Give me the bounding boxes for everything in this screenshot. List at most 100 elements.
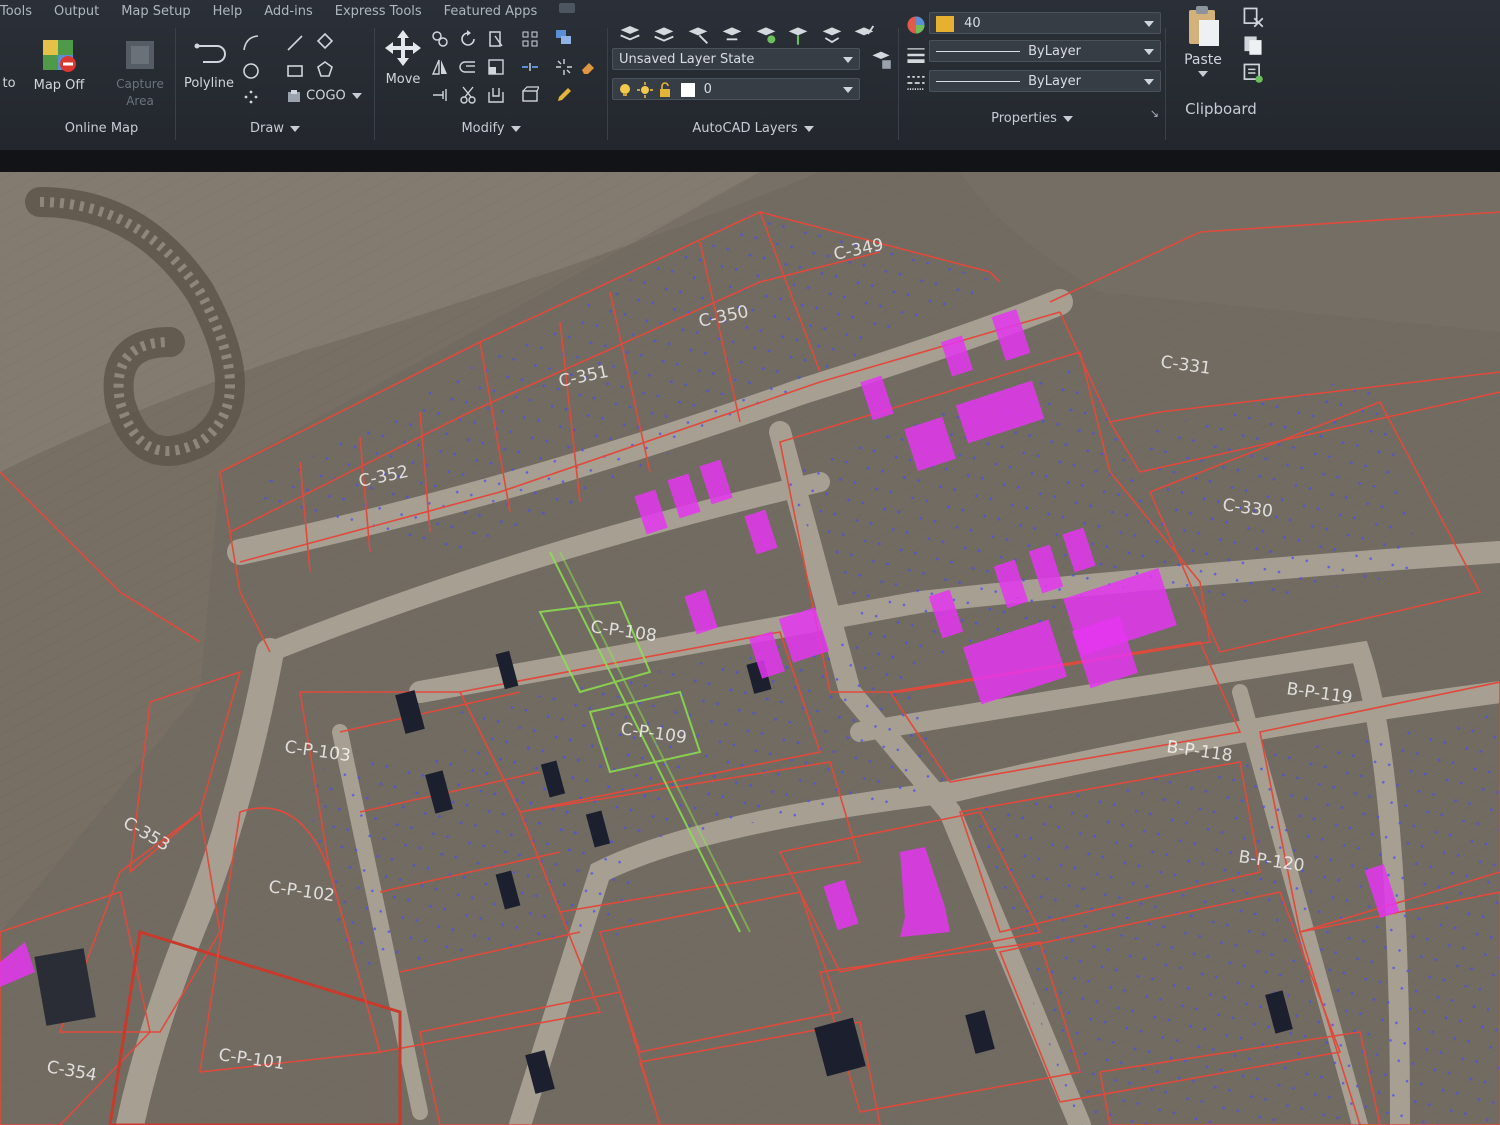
cogo-caret-icon [351, 93, 362, 99]
explode-icon[interactable] [555, 58, 573, 76]
layer-state-manager-icon[interactable] [870, 48, 892, 70]
layer-state-dropdown[interactable]: Unsaved Layer State [612, 48, 860, 70]
ribbon-options-icon[interactable] [559, 3, 576, 13]
layer-lock-icon[interactable] [754, 22, 778, 46]
current-layer-value: 0 [703, 82, 712, 97]
paste-icon [1189, 6, 1219, 46]
layer-properties-icon[interactable] [618, 22, 642, 46]
linetype-dropdown[interactable]: ByLayer [929, 40, 1161, 62]
tab-help[interactable]: Help [213, 0, 243, 24]
panel-draw: Polyline COGO Draw [176, 28, 375, 140]
move-button[interactable]: Move [379, 28, 427, 87]
tab-output[interactable]: Output [54, 0, 99, 24]
panel-title-clipboard: Clipboard [1185, 100, 1257, 118]
move-label: Move [385, 72, 421, 87]
layer-color-swatch [681, 82, 696, 97]
panel-autocad-layers: Unsaved Layer State 0 AutoCAD Layers [608, 25, 899, 140]
current-layer-chevron-down-icon [843, 87, 853, 93]
linetype-value: ByLayer [1028, 44, 1081, 59]
panel-title-properties[interactable]: Properties [899, 111, 1165, 126]
cogo-button[interactable]: COGO [286, 88, 366, 104]
layer-isolate-icon[interactable] [686, 22, 710, 46]
arc-icon[interactable] [242, 34, 260, 52]
mirror-icon[interactable] [431, 58, 449, 76]
copy-clip-icon[interactable] [1242, 34, 1264, 56]
linetype-icon[interactable] [905, 72, 927, 94]
layer-thaw-sun-icon [637, 81, 654, 98]
layer-off-icon[interactable] [652, 22, 676, 46]
copy-with-base-icon[interactable] [1242, 62, 1264, 84]
chamfer-icon[interactable] [487, 86, 505, 104]
paste-button[interactable]: Paste [1176, 4, 1230, 77]
capture-area-label: Capture Area [116, 77, 164, 108]
rotate-icon[interactable] [459, 30, 477, 48]
lineweight-value: ByLayer [1028, 74, 1081, 89]
scale-icon[interactable] [521, 86, 540, 104]
layer-unlocked-icon [660, 81, 671, 97]
offset-icon[interactable] [459, 58, 477, 76]
join-icon[interactable] [521, 58, 539, 76]
polygon-icon[interactable] [316, 60, 334, 78]
polyline-icon [194, 43, 226, 63]
copy-icon[interactable] [431, 30, 449, 48]
capture-area-icon [126, 41, 154, 69]
properties-launcher-icon[interactable]: ↘ [1150, 107, 1159, 120]
tab-tools[interactable]: Tools [0, 0, 32, 24]
eraser-icon[interactable] [579, 58, 597, 76]
command-strip [0, 150, 1500, 172]
stretch-icon[interactable] [487, 58, 505, 76]
color-dropdown[interactable]: 40 [929, 12, 1161, 34]
array-icon[interactable] [521, 30, 539, 48]
paste-label: Paste [1184, 52, 1222, 68]
map-off-button[interactable]: Map Off [30, 38, 88, 93]
panel-title-online-map[interactable]: Online Map [0, 121, 189, 136]
modify-caret-icon [510, 125, 521, 132]
ribbon: Tools Output Map Setup Help Add-ins Expr… [0, 0, 1500, 151]
break-icon[interactable] [431, 86, 449, 104]
layer-freeze-icon[interactable] [720, 22, 744, 46]
cut-icon[interactable] [1242, 6, 1264, 28]
point-icon[interactable] [316, 32, 334, 50]
drawing-viewport[interactable]: C-349 C-350 C-351 C-352 C-331 C-330 B-P-… [0, 172, 1500, 1125]
tab-add-ins[interactable]: Add-ins [264, 0, 312, 24]
move-icon [385, 30, 421, 66]
color-chevron-down-icon [1144, 21, 1154, 27]
lineweight-dropdown[interactable]: ByLayer [929, 70, 1161, 92]
panel-title-modify[interactable]: Modify [375, 121, 607, 136]
map-off-label: Map Off [33, 78, 85, 93]
capture-area-button[interactable]: Capture Area [110, 38, 170, 110]
tab-featured-apps[interactable]: Featured Apps [444, 0, 538, 24]
lineweight-sample-line [936, 81, 1020, 82]
polyline-button[interactable]: Polyline [180, 38, 238, 91]
points-icon[interactable] [242, 88, 260, 106]
layer-on-bulb-icon [620, 83, 630, 96]
line-icon[interactable] [286, 34, 304, 52]
tab-express-tools[interactable]: Express Tools [335, 0, 422, 24]
cogo-label: COGO [306, 88, 346, 104]
polyline-label: Polyline [183, 76, 235, 91]
layer-unlock-icon[interactable] [786, 22, 810, 46]
layer-stack-icon[interactable] [555, 28, 573, 46]
paste-caret-icon [1198, 71, 1208, 77]
panel-title-draw[interactable]: Draw [176, 121, 374, 136]
color-value: 40 [964, 16, 981, 31]
layer-match-icon[interactable] [820, 22, 844, 46]
draw-caret-icon [289, 125, 300, 132]
linetype-chevron-down-icon [1144, 49, 1154, 55]
rectangle-icon[interactable] [286, 62, 304, 80]
scissors-icon[interactable] [459, 86, 477, 104]
pencil-icon[interactable] [555, 86, 573, 104]
circle-icon[interactable] [242, 62, 260, 80]
layer-walk-icon[interactable] [852, 22, 876, 46]
layer-state-value: Unsaved Layer State [619, 52, 755, 67]
trim-icon[interactable] [487, 30, 505, 48]
left-tool-button[interactable]: to [0, 76, 18, 91]
layers-caret-icon [803, 125, 814, 132]
match-properties-icon[interactable] [905, 14, 927, 36]
color-swatch [936, 15, 954, 32]
panel-title-autocad-layers[interactable]: AutoCAD Layers [608, 121, 898, 136]
panel-clipboard: Paste Clipboard [1166, 6, 1276, 140]
tab-map-setup[interactable]: Map Setup [121, 0, 190, 24]
current-layer-dropdown[interactable]: 0 [612, 78, 860, 100]
lineweight-icon[interactable] [905, 44, 927, 66]
